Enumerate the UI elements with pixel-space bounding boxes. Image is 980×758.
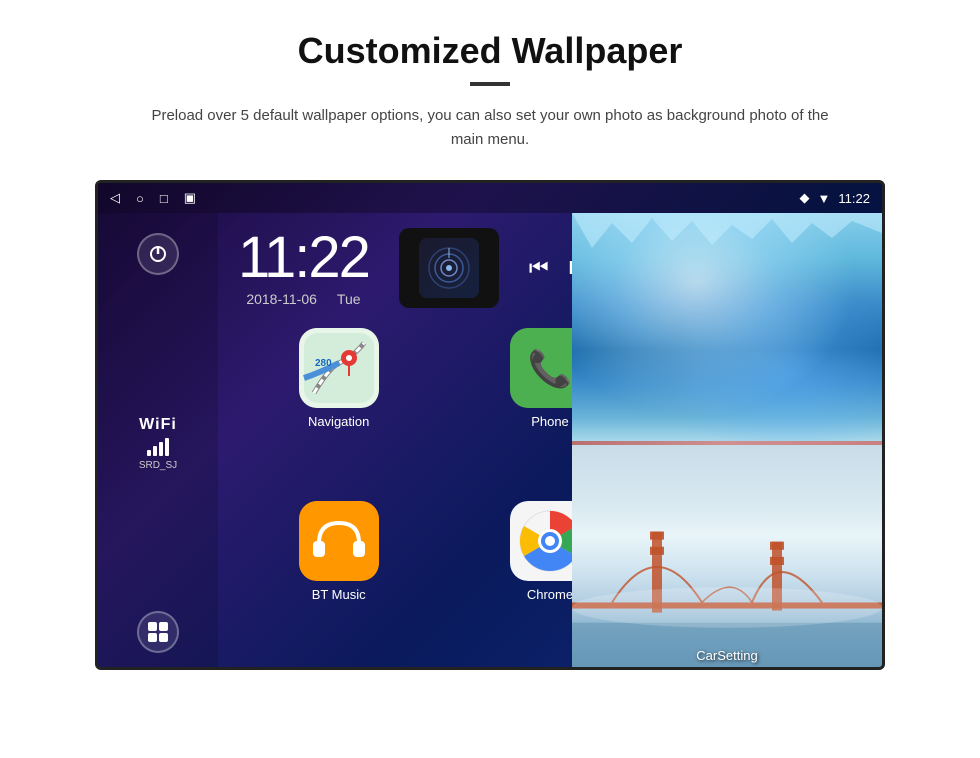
title-divider xyxy=(470,82,510,86)
home-icon[interactable]: ○ xyxy=(136,191,144,206)
status-right-icons: ◆ ▼ 11:22 xyxy=(800,190,870,206)
bt-music-label: BT Music xyxy=(312,587,366,602)
wifi-widget: WiFi SRD_SJ xyxy=(139,416,177,471)
page-title: Customized Wallpaper xyxy=(60,30,920,72)
carsetting-area: CarSetting xyxy=(572,647,882,665)
grid-icon xyxy=(148,622,168,642)
wifi-ssid: SRD_SJ xyxy=(139,460,177,471)
screenshot-icon[interactable]: ▣ xyxy=(184,190,196,206)
clock-time: 11:22 xyxy=(238,229,369,287)
sidebar: WiFi SRD_SJ xyxy=(98,213,218,670)
radio-icon xyxy=(419,238,479,298)
svg-text:ℬ: ℬ xyxy=(332,533,346,553)
wifi-bar-2 xyxy=(153,446,157,456)
svg-text:280: 280 xyxy=(315,358,332,369)
wifi-bar-1 xyxy=(147,450,151,456)
bridge-svg xyxy=(572,491,882,670)
navigation-svg: 280 xyxy=(299,328,379,408)
svg-text:📞: 📞 xyxy=(528,346,573,389)
recent-icon[interactable]: □ xyxy=(160,191,168,206)
bt-music-icon: ℬ xyxy=(299,501,379,581)
app-item-navigation[interactable]: 280 Navigation xyxy=(238,328,439,491)
stalactites-svg xyxy=(572,213,882,253)
radio-widget[interactable] xyxy=(399,228,499,308)
screen-content: WiFi SRD_SJ xyxy=(98,213,882,670)
page-subtitle: Preload over 5 default wallpaper options… xyxy=(140,104,840,152)
status-left-icons: ◁ ○ □ ▣ xyxy=(110,190,196,206)
wifi-bar-3 xyxy=(159,442,163,456)
status-bar: ◁ ○ □ ▣ ◆ ▼ 11:22 xyxy=(98,183,882,213)
wifi-label: WiFi xyxy=(139,416,177,434)
android-screen: ◁ ○ □ ▣ ◆ ▼ 11:22 xyxy=(95,180,885,670)
location-icon: ◆ xyxy=(800,190,810,206)
bt-svg: ℬ xyxy=(299,501,379,581)
apps-button[interactable] xyxy=(137,611,179,653)
clock-day-value: Tue xyxy=(337,291,361,307)
chrome-label: Chrome xyxy=(527,587,573,602)
radio-svg xyxy=(424,243,474,293)
device-container: ◁ ○ □ ▣ ◆ ▼ 11:22 xyxy=(60,180,920,670)
prev-track-button[interactable]: ⏮ xyxy=(529,255,549,281)
wifi-bars xyxy=(139,438,177,456)
wallpaper-previews: CarSetting xyxy=(572,213,882,670)
wifi-bar-4 xyxy=(165,438,169,456)
navigation-label: Navigation xyxy=(308,414,369,429)
status-time: 11:22 xyxy=(838,191,870,206)
wallpaper-bridge: CarSetting xyxy=(572,445,882,670)
power-button[interactable] xyxy=(137,233,179,275)
phone-label: Phone xyxy=(531,414,569,429)
navigation-icon: 280 xyxy=(299,328,379,408)
page-container: Customized Wallpaper Preload over 5 defa… xyxy=(0,0,980,690)
clock-block: 11:22 2018-11-06 Tue xyxy=(238,229,369,307)
back-icon[interactable]: ◁ xyxy=(110,190,120,206)
power-icon xyxy=(148,244,168,264)
clock-date-value: 2018-11-06 xyxy=(246,291,317,307)
wifi-icon: ▼ xyxy=(818,191,831,206)
wallpaper-ice xyxy=(572,213,882,441)
carsetting-label: CarSetting xyxy=(696,648,757,663)
app-item-bt-music[interactable]: ℬ BT Music xyxy=(238,501,439,664)
clock-date: 2018-11-06 Tue xyxy=(238,291,369,307)
